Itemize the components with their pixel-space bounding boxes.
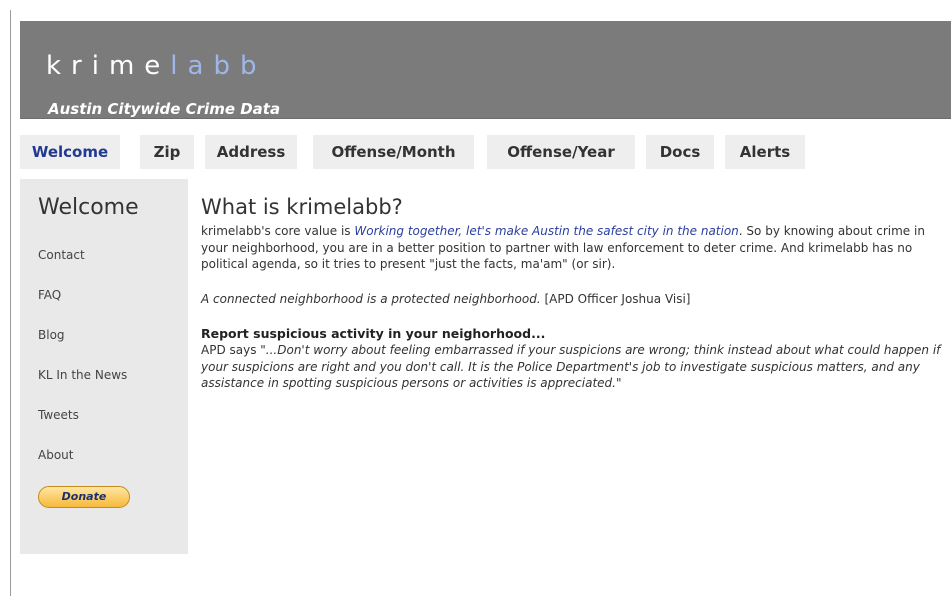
sidebar-link-contact[interactable]: Contact — [38, 248, 85, 262]
tab-welcome[interactable]: Welcome — [20, 135, 120, 169]
sidebar-link-faq[interactable]: FAQ — [38, 288, 61, 302]
site-header: krimelabb Austin Citywide Crime Data — [20, 21, 951, 119]
sidebar-link-blog[interactable]: Blog — [38, 328, 65, 342]
donate-button[interactable]: Donate — [38, 486, 130, 508]
tab-docs[interactable]: Docs — [646, 135, 714, 169]
intro-text-start: krimelabb's core value is — [201, 224, 355, 238]
main-content: What is krimelabb? krimelabb's core valu… — [201, 194, 941, 392]
page-left-border — [10, 10, 11, 596]
quote-attribution: [APD Officer Joshua Visi] — [540, 291, 691, 306]
page-title: What is krimelabb? — [201, 195, 403, 219]
sidebar: Welcome Contact FAQ Blog KL In the News … — [20, 179, 188, 554]
sidebar-link-tweets[interactable]: Tweets — [38, 408, 79, 422]
logo-part-labb: labb — [170, 51, 267, 81]
tab-zip[interactable]: Zip — [140, 135, 194, 169]
officer-quote: A connected neighborhood is a protected … — [201, 291, 941, 308]
sidebar-title: Welcome — [38, 195, 139, 220]
logo-part-krime: krime — [46, 51, 171, 81]
quote-text: A connected neighborhood is a protected … — [201, 291, 541, 306]
tab-alerts[interactable]: Alerts — [725, 135, 805, 169]
report-prefix: APD says — [201, 343, 261, 357]
tab-address[interactable]: Address — [205, 135, 297, 169]
intro-paragraph: krimelabb's core value is Working togeth… — [201, 223, 941, 273]
tab-offense-year[interactable]: Offense/Year — [487, 135, 635, 169]
tab-offense-month[interactable]: Offense/Month — [313, 135, 474, 169]
report-paragraph: APD says "...Don't worry about feeling e… — [201, 342, 941, 392]
site-tagline: Austin Citywide Crime Data — [48, 100, 281, 118]
sidebar-link-about[interactable]: About — [38, 448, 73, 462]
sidebar-link-kl-in-the-news[interactable]: KL In the News — [38, 368, 127, 382]
site-logo[interactable]: krimelabb — [46, 51, 266, 81]
report-heading: Report suspicious activity in your neigh… — [201, 326, 546, 341]
core-value-quote: Working together, let's make Austin the … — [354, 224, 739, 238]
report-quote: "...Don't worry about feeling embarrasse… — [201, 343, 941, 390]
